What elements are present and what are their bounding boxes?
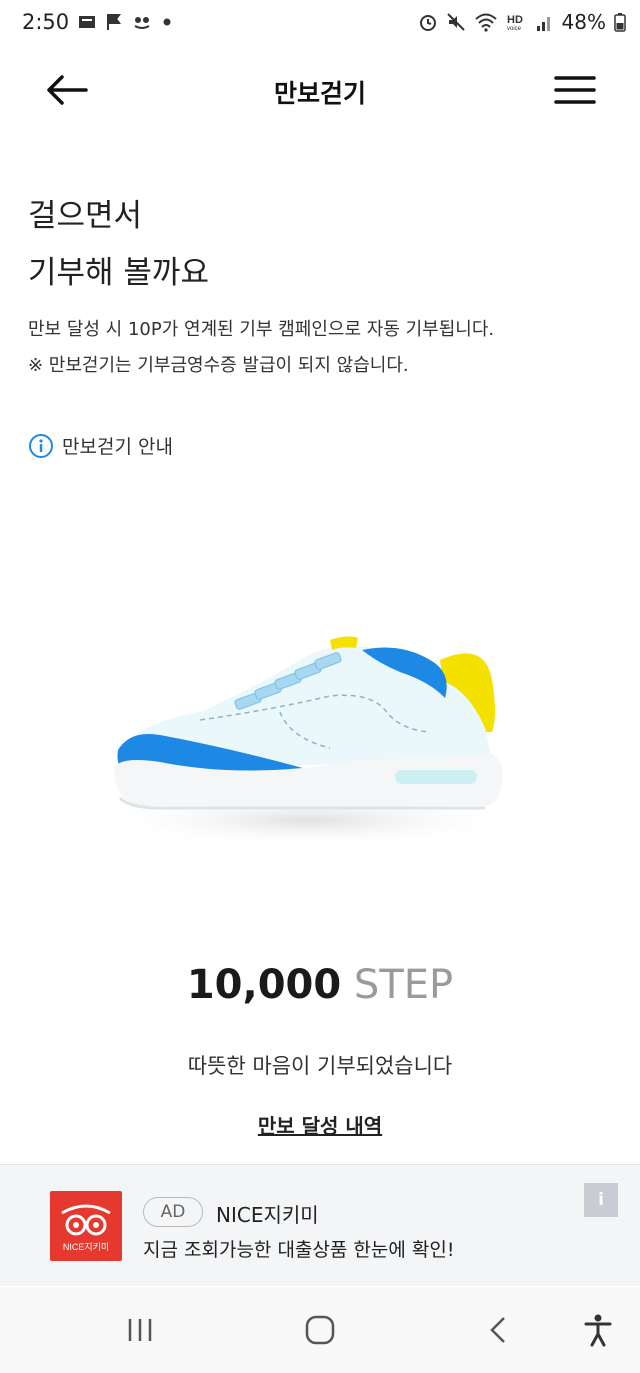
accessibility-button[interactable] (578, 1313, 618, 1347)
headline-line-1: 걸으면서 (28, 198, 143, 234)
guide-label: 만보걷기 안내 (62, 436, 173, 458)
ad-badge: AD (143, 1197, 203, 1227)
wifi-icon (474, 13, 497, 32)
nav-back-button[interactable] (478, 1313, 518, 1347)
flag-icon (107, 14, 121, 30)
back-icon (490, 1317, 505, 1343)
signal-icon (536, 17, 550, 31)
description-line-1: 만보 달성 시 10P가 연계된 기부 캠페인으로 자동 기부됩니다. (28, 319, 495, 340)
ad-logo-text: NICE지키미 (62, 1242, 110, 1252)
dot-icon (163, 18, 171, 26)
description: 만보 달성 시 10P가 연계된 기부 캠페인으로 자동 기부됩니다. ※ 만보… (28, 312, 494, 384)
svg-text:HD: HD (507, 14, 523, 26)
step-unit: STEP (353, 962, 454, 1008)
alarm-icon (419, 15, 436, 31)
system-nav-bar (0, 1287, 640, 1373)
description-line-2: ※ 만보걷기는 기부금영수증 발급이 되지 않습니다. (28, 355, 409, 376)
battery-percent: 48% (561, 10, 606, 34)
donation-message: 따뜻한 마음이 기부되었습니다 (187, 1054, 453, 1078)
app-bar: 만보걷기 (0, 56, 640, 126)
hd-voice-icon: HDvoice (507, 14, 523, 32)
ad-logo: NICE지키미 (50, 1191, 122, 1261)
ad-banner[interactable]: NICE지키미 AD NICE지키미 지금 조회가능한 대출상품 한눈에 확인!… (0, 1164, 640, 1286)
page-title: 만보걷기 (273, 79, 366, 108)
ad-info-button[interactable]: i (584, 1183, 618, 1217)
step-number: 10,000 (186, 962, 342, 1008)
step-count: 10,000 STEP (0, 962, 640, 1008)
mute-icon (446, 13, 465, 31)
history-link-container: 만보 달성 내역 (0, 1110, 640, 1139)
status-right: HD voice 48% (418, 10, 626, 34)
ad-advertiser: NICE지키미 (216, 1203, 319, 1227)
accessibility-icon (584, 1314, 612, 1347)
info-circle-icon (29, 433, 53, 458)
hamburger-menu-icon (554, 76, 596, 104)
headline-line-2: 기부해 볼까요 (28, 255, 209, 291)
notification-icon (79, 16, 95, 28)
headline: 걸으면서 기부해 볼까요 (28, 188, 209, 302)
app-icon (134, 17, 150, 29)
status-bar: 2:50 HD voice 48% (0, 0, 640, 48)
recent-apps-button[interactable] (120, 1313, 160, 1347)
menu-button[interactable] (554, 72, 596, 108)
history-link[interactable]: 만보 달성 내역 (258, 1114, 382, 1138)
home-icon (305, 1315, 335, 1345)
status-time: 2:50 (22, 10, 70, 34)
shoe-illustration (100, 636, 520, 848)
battery-icon (614, 13, 626, 32)
guide-link[interactable]: 만보걷기 안내 (28, 432, 173, 459)
home-button[interactable] (300, 1313, 340, 1347)
status-left-icons (78, 13, 172, 31)
recent-apps-icon (128, 1319, 152, 1341)
svg-text:voice: voice (507, 26, 522, 32)
ad-copy: 지금 조회가능한 대출상품 한눈에 확인! (143, 1239, 455, 1261)
owl-logo-icon (61, 1204, 111, 1236)
